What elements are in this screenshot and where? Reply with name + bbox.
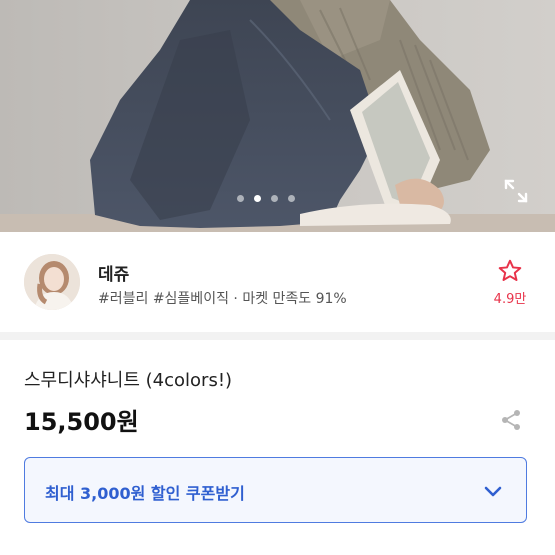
star-outline-icon — [498, 259, 522, 281]
seller-tags: #러블리 #심플베이직 — [98, 291, 229, 307]
product-name: 스무디샤샤니트 (4colors!) — [24, 370, 233, 391]
seller-name[interactable]: 데쥬 — [98, 260, 129, 285]
image-pagination — [237, 195, 295, 202]
seller-meta: #러블리 #심플베이직 · 마켓 만족도 91% — [98, 288, 347, 308]
seller-info[interactable]: 데쥬 #러블리 #심플베이직 · 마켓 만족도 91% 4.9만 — [0, 232, 555, 332]
product-image[interactable] — [0, 0, 555, 232]
chevron-down-icon — [482, 480, 504, 506]
coupon-label: 최대 3,000원 할인 쿠폰받기 — [45, 484, 245, 503]
meta-separator: · — [233, 291, 238, 307]
favorite-button[interactable]: 4.9만 — [488, 258, 532, 307]
section-divider — [0, 332, 555, 340]
product-price: 15,500원 — [24, 408, 139, 436]
seller-satisfaction: 마켓 만족도 91% — [242, 291, 347, 307]
pagination-dot-active[interactable] — [254, 195, 261, 202]
coupon-button[interactable]: 최대 3,000원 할인 쿠폰받기 — [24, 457, 527, 523]
expand-icon[interactable] — [503, 178, 529, 204]
seller-avatar[interactable] — [24, 254, 80, 310]
pagination-dot[interactable] — [237, 195, 244, 202]
share-icon[interactable] — [499, 408, 523, 432]
pagination-dot[interactable] — [288, 195, 295, 202]
pagination-dot[interactable] — [271, 195, 278, 202]
favorite-count: 4.9만 — [493, 292, 527, 307]
